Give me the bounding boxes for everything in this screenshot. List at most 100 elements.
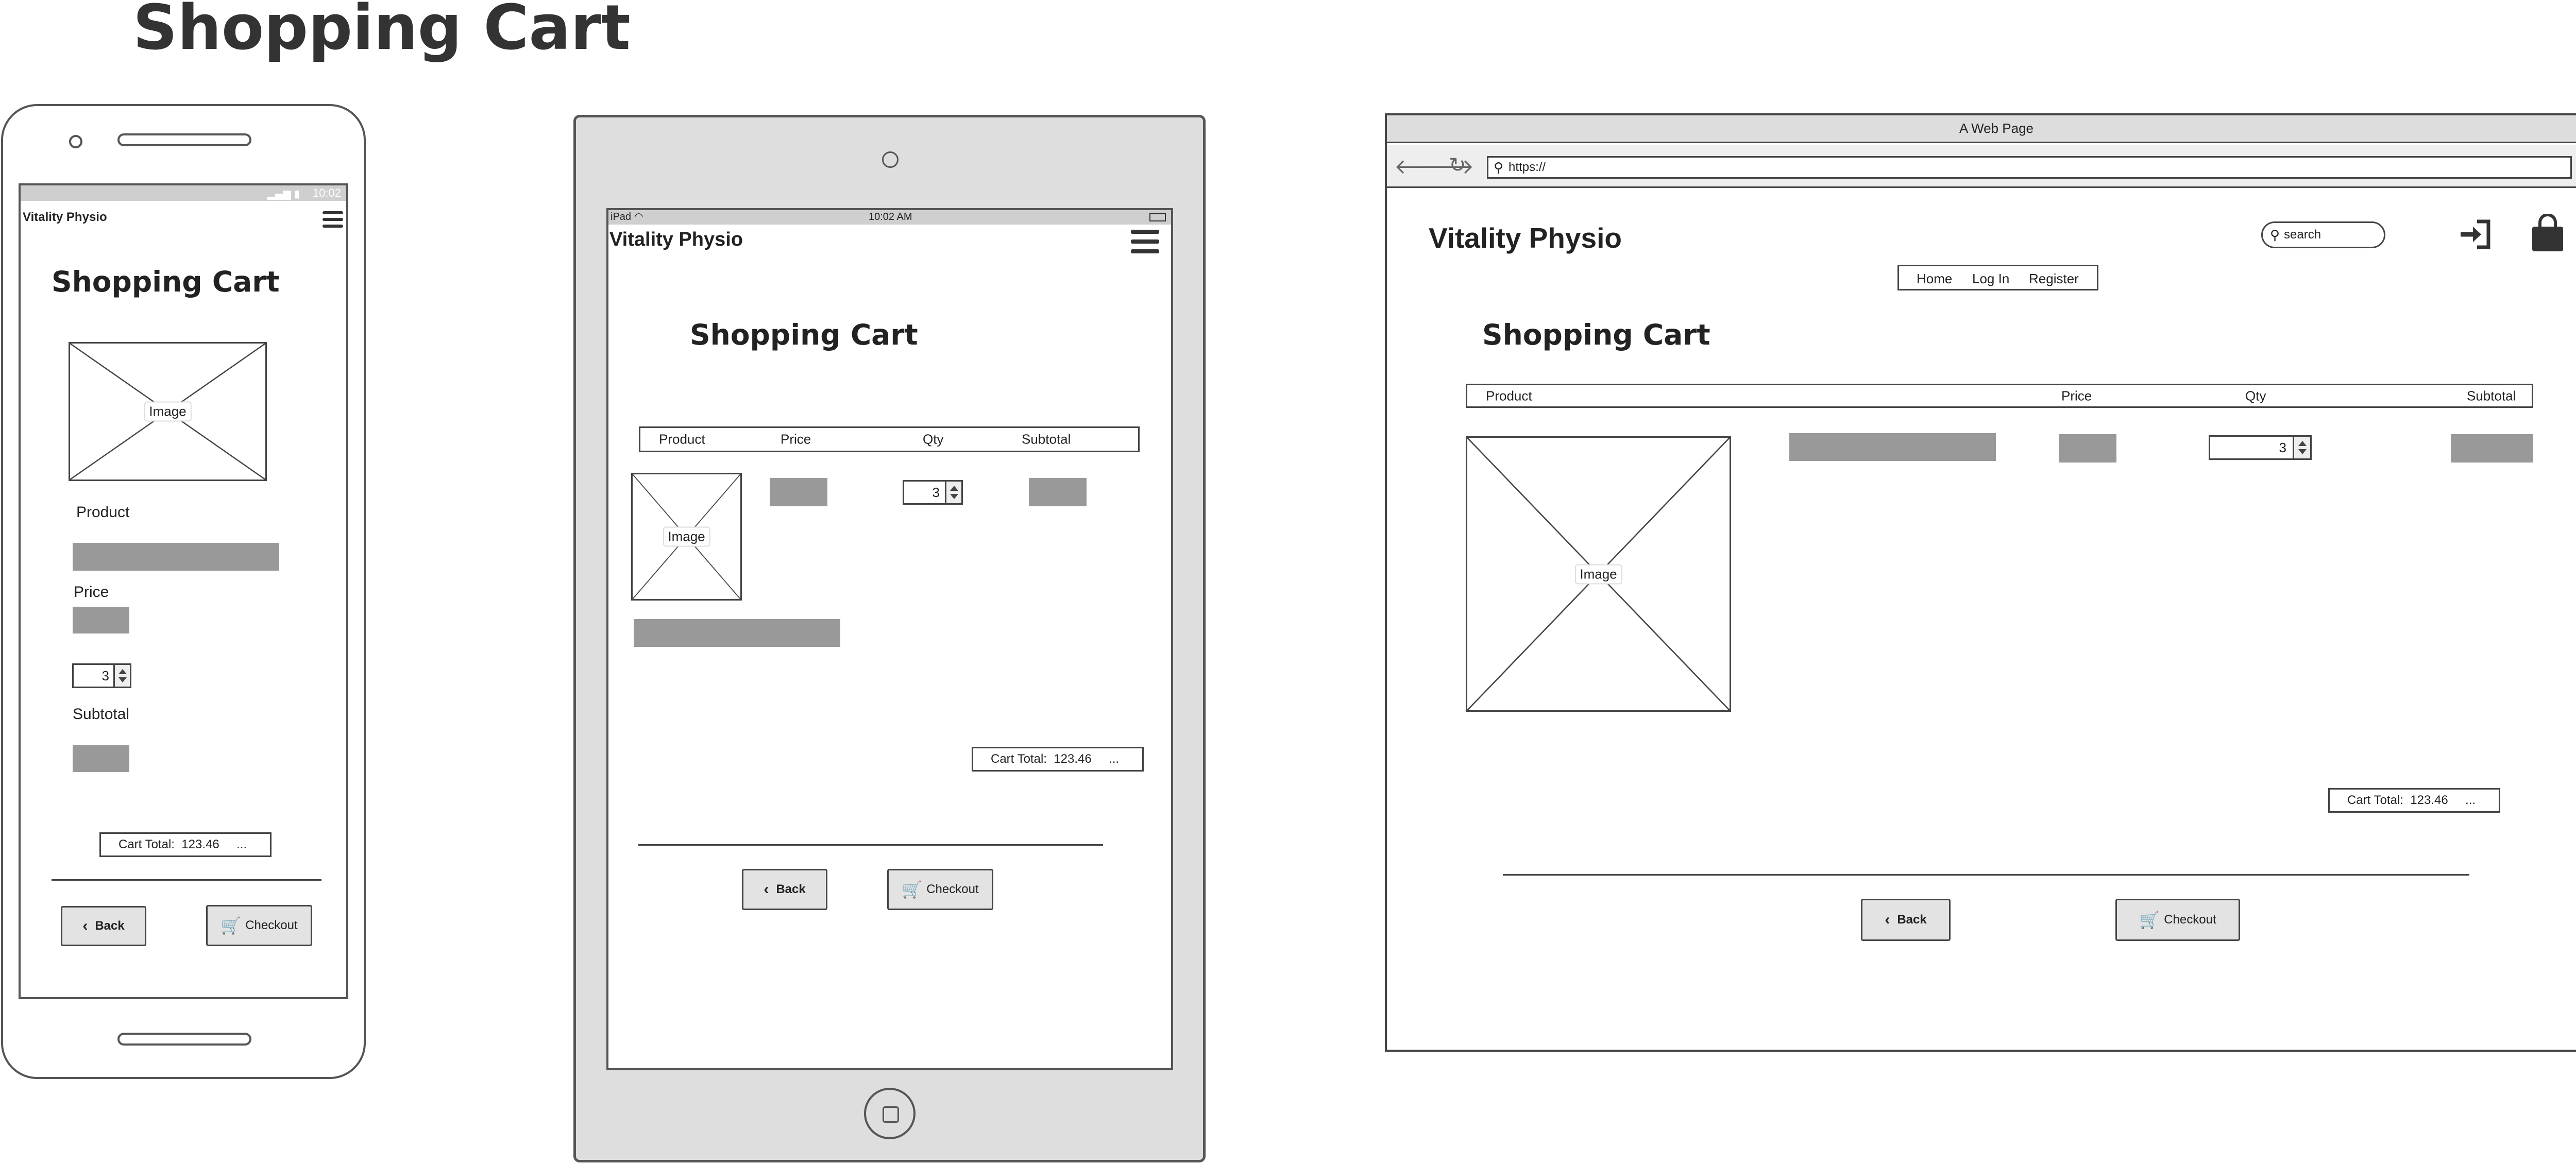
desktop-product-image: Image [1466,436,1731,712]
col-product: Product [659,431,705,447]
cart-total-label: Cart Total: [118,837,175,851]
mobile-speaker [117,133,251,146]
desktop-brand[interactable]: Vitality Physio [1429,221,1622,254]
qty-value: 3 [101,667,109,683]
mobile-price-label: Price [74,584,109,601]
tablet-cart-total: Cart Total: 123.46 ... [972,747,1144,772]
desktop-checkout-button[interactable]: 🛒 Checkout [2115,899,2240,941]
checkout-label: Checkout [926,882,979,896]
qty-value: 3 [932,484,940,500]
search-placeholder: search [2284,228,2321,242]
desktop-nav: Home Log In Register [1897,265,2098,290]
cart-total-value: 123.46 [1054,752,1092,766]
mobile-status-time: 10:02 [312,186,341,199]
col-qty: Qty [923,431,944,447]
window-title: A Web Page [1959,121,2034,136]
mobile-screen [19,183,348,999]
stepper-arrows-icon[interactable] [2293,437,2310,458]
url-text: https:// [1509,160,1546,174]
desktop-search-input[interactable]: ⚲ search [2261,221,2385,248]
url-bar[interactable]: ⚲ https:// [1487,156,2572,179]
mobile-checkout-button[interactable]: 🛒 Checkout [206,905,312,946]
chevron-left-icon: ‹ [1885,911,1890,928]
cart-total-more: ... [1109,752,1120,766]
desktop-qty-stepper[interactable]: 3 [2209,435,2312,460]
stepper-arrows-icon[interactable] [945,482,961,503]
wifi-icon: ◠ [634,211,643,222]
mobile-signal-icon: ▂▄▆ ▮ [267,187,300,200]
tablet-hamburger-icon[interactable] [1131,230,1159,256]
cart-total-label: Cart Total: [991,752,1047,766]
checkout-label: Checkout [245,918,298,932]
mobile-product-label: Product [76,504,130,521]
cart-total-more: ... [236,837,247,851]
mobile-hamburger-icon[interactable] [323,211,343,230]
back-label: Back [776,882,806,896]
cart-total-label: Cart Total: [2347,793,2403,807]
col-price: Price [2061,388,2092,403]
image-label: Image [144,401,192,422]
desktop-cart-total: Cart Total: 123.46 ... [2328,788,2500,813]
col-qty: Qty [2245,388,2266,403]
col-subtotal: Subtotal [1022,431,1071,447]
page-title: Shopping Cart [133,0,631,64]
qty-value: 3 [2279,439,2286,455]
cart-icon: 🛒 [2139,911,2160,929]
tablet-status-bar: iPad ◠ 10:02 AM [608,210,1171,225]
tablet-subtotal-placeholder [1029,478,1087,506]
tablet-qty-stepper[interactable]: 3 [903,480,963,505]
mobile-camera [69,135,82,148]
nav-register[interactable]: Register [2029,271,2079,287]
tablet-home-button[interactable] [864,1088,916,1139]
mobile-status-bar: ▂▄▆ ▮ 10:02 [21,185,346,201]
cart-total-value: 123.46 [2410,793,2448,807]
desktop-back-button[interactable]: ‹ Back [1861,899,1951,941]
shopping-bag-icon[interactable] [2530,213,2566,253]
back-label: Back [1897,913,1927,927]
nav-login[interactable]: Log In [1972,271,2009,287]
chevron-left-icon: ‹ [82,917,88,934]
nav-home[interactable]: Home [1917,271,1952,287]
mobile-subtotal-label: Subtotal [73,706,130,723]
desktop-title-bar: A Web Page [1387,115,2576,143]
chevron-left-icon: ‹ [764,881,769,898]
tablet-table-header: Product Price Qty Subtotal [639,426,1140,452]
desktop-heading: Shopping Cart [1482,318,1710,351]
mobile-subtotal-placeholder [73,745,129,772]
col-price: Price [781,431,811,447]
cart-total-value: 123.46 [181,837,219,851]
image-label: Image [1574,564,1622,584]
tablet-status-time: 10:02 AM [869,211,912,222]
desktop-price-placeholder [2059,434,2116,463]
tablet-price-placeholder [770,478,827,506]
login-icon[interactable] [2458,216,2494,252]
mobile-price-placeholder [73,607,129,634]
tablet-brand[interactable]: Vitality Physio [609,229,743,251]
back-label: Back [95,919,125,933]
col-subtotal: Subtotal [2467,388,2516,403]
cart-icon: 🛒 [902,880,923,899]
search-icon: ⚲ [2270,227,2280,243]
desktop-subtotal-placeholder [2451,434,2533,463]
refresh-icon[interactable]: ↻ [1449,153,1466,177]
desktop-divider [1503,874,2469,876]
tablet-camera [882,151,899,168]
stepper-arrows-icon[interactable] [113,665,130,687]
mobile-qty-stepper[interactable]: 3 [72,663,131,688]
mobile-brand[interactable]: Vitality Physio [23,210,107,225]
mobile-product-name-placeholder [73,543,279,571]
image-label: Image [663,526,710,547]
checkout-label: Checkout [2164,913,2216,927]
mobile-cart-total: Cart Total: 123.46 ... [99,832,272,857]
url-search-icon: ⚲ [1494,159,1504,175]
cart-icon: 🛒 [221,916,242,935]
tablet-heading: Shopping Cart [690,318,918,351]
mobile-back-button[interactable]: ‹ Back [61,906,146,946]
tablet-back-button[interactable]: ‹ Back [742,869,827,910]
battery-icon [1149,213,1166,221]
tablet-checkout-button[interactable]: 🛒 Checkout [887,869,993,910]
cart-total-more: ... [2465,793,2476,807]
tablet-product-image: Image [631,473,742,601]
mobile-home-bar [117,1033,251,1046]
tablet-product-name-placeholder [634,619,840,647]
